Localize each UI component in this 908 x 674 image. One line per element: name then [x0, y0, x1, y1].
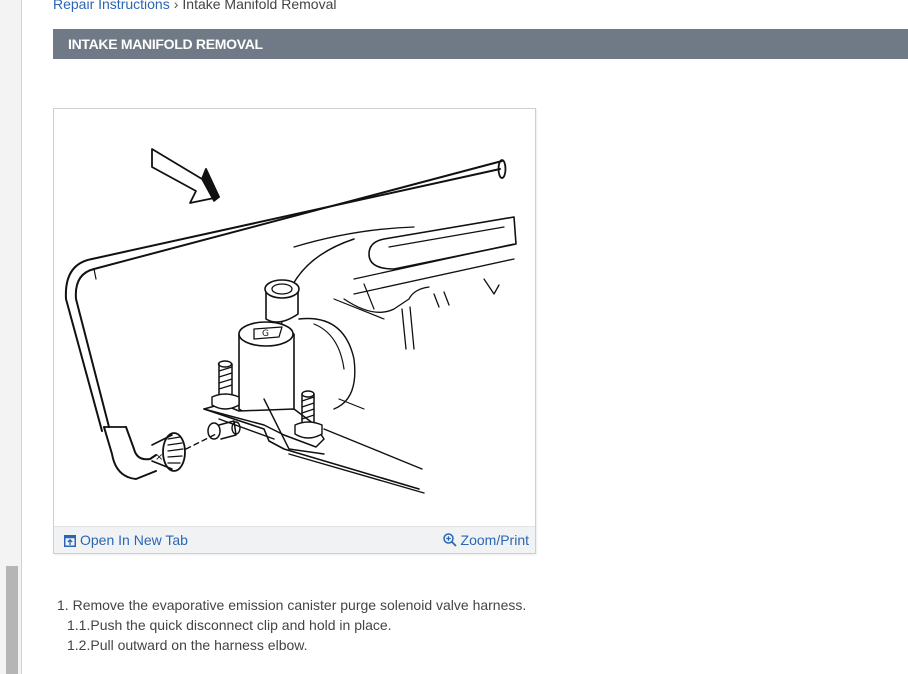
intake-manifold-diagram[interactable]: × G [54, 109, 535, 527]
page-title: INTAKE MANIFOLD REMOVAL [68, 36, 263, 52]
section-title-bar: INTAKE MANIFOLD REMOVAL [53, 29, 908, 59]
figure-footer: Open In New Tab Zoom/Print [54, 526, 535, 553]
breadcrumb: Repair Instructions › Intake Manifold Remo… [53, 0, 336, 13]
open-in-new-tab-icon [64, 535, 76, 547]
left-sidebar-rail [0, 0, 22, 674]
breadcrumb-link-repair-instructions[interactable]: Repair Instructions [53, 0, 170, 12]
direction-arrow-icon [151, 148, 220, 204]
zoom-in-icon [442, 533, 457, 547]
step-item: 1.1.Push the quick disconnect clip and h… [67, 617, 392, 633]
harness-elbow: × [103, 426, 186, 480]
mounting-stud-left [211, 360, 240, 410]
breadcrumb-current: Intake Manifold Removal [182, 0, 337, 12]
upper-plenum [343, 216, 517, 350]
svg-text:×: × [155, 452, 163, 463]
purge-solenoid-valve: G [238, 279, 300, 416]
step-item: 1. Remove the evaporative emission canis… [57, 597, 527, 613]
figure-card: × G Open In New Tab Zoom/Print [53, 108, 536, 554]
instruction-steps: 1. Remove the evaporative emission canis… [57, 595, 526, 655]
zoom-print-link[interactable]: Zoom/Print [442, 531, 529, 549]
svg-text:G: G [262, 329, 269, 339]
open-in-new-tab-link[interactable]: Open In New Tab [64, 531, 188, 549]
open-in-new-tab-label: Open In New Tab [80, 532, 188, 548]
scrollbar-thumb[interactable] [6, 566, 18, 674]
step-item: 1.2.Pull outward on the harness elbow. [67, 637, 308, 653]
zoom-print-label: Zoom/Print [460, 532, 529, 548]
breadcrumb-separator: › [173, 0, 179, 12]
